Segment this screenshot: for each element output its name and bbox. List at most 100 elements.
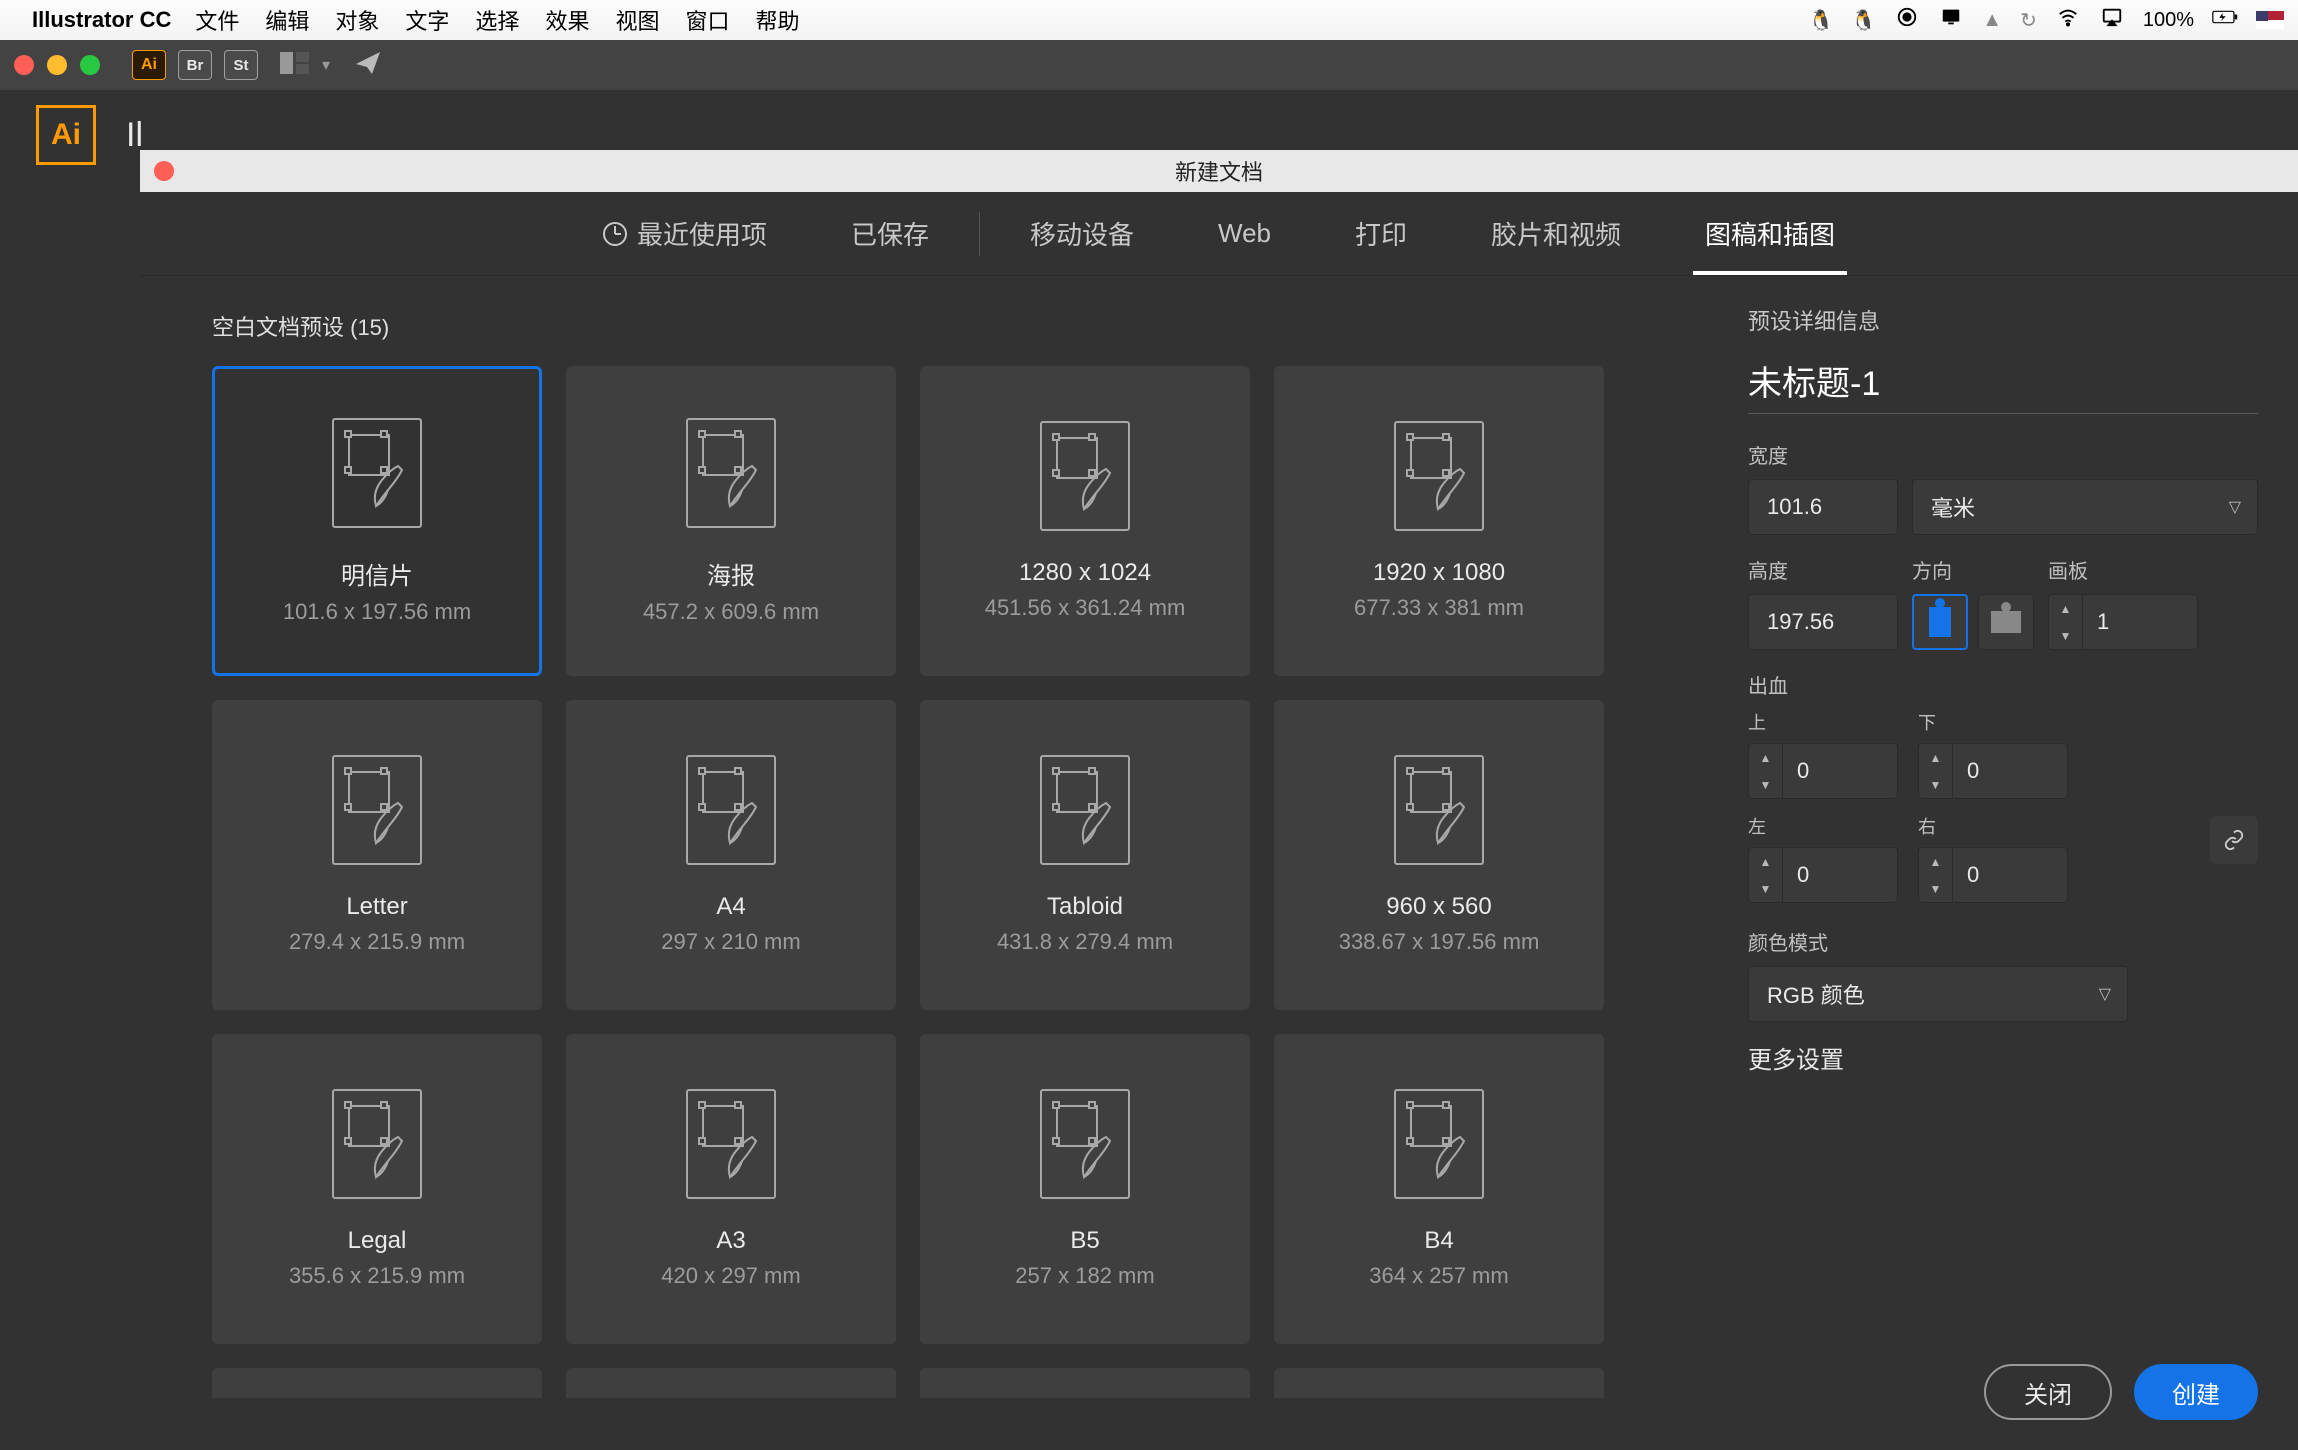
airplay-icon[interactable] xyxy=(2099,6,2125,34)
window-controls xyxy=(14,55,100,75)
more-settings-link[interactable]: 更多设置 xyxy=(1748,1040,2258,1075)
preset-glyph-icon xyxy=(1394,755,1484,865)
preset-card[interactable]: B5 257 x 182 mm xyxy=(920,1034,1250,1344)
bleed-top-stepper[interactable]: ▲▼0 xyxy=(1748,743,1898,799)
preset-card[interactable]: 1280 x 1024 451.56 x 361.24 mm xyxy=(920,366,1250,676)
menu-help[interactable]: 帮助 xyxy=(755,4,799,36)
presets-next-row-peek xyxy=(212,1368,1684,1398)
tab-art[interactable]: 图稿和插图 xyxy=(1663,192,1877,275)
preset-size: 257 x 182 mm xyxy=(1015,1263,1154,1289)
bleed-label: 出血 xyxy=(1748,670,2258,699)
menu-select[interactable]: 选择 xyxy=(475,4,519,36)
preset-card[interactable]: Letter 279.4 x 215.9 mm xyxy=(212,700,542,1010)
tab-label: 移动设备 xyxy=(1030,215,1134,252)
tab-print[interactable]: 打印 xyxy=(1313,192,1449,275)
menu-object[interactable]: 对象 xyxy=(335,4,379,36)
stepper-down-icon[interactable]: ▼ xyxy=(2049,622,2082,649)
preset-card[interactable]: 1920 x 1080 677.33 x 381 mm xyxy=(1274,366,1604,676)
qq-icon-2[interactable]: 🐧 xyxy=(1851,8,1876,33)
preset-card[interactable]: B4 364 x 257 mm xyxy=(1274,1034,1604,1344)
stepper-up-icon[interactable]: ▲ xyxy=(2049,595,2082,622)
preset-name: B4 xyxy=(1424,1227,1453,1255)
orientation-portrait-button[interactable] xyxy=(1912,594,1968,650)
battery-percent[interactable]: 100% xyxy=(2143,9,2194,32)
sync-icon[interactable]: ↻ xyxy=(2020,8,2037,33)
artboards-stepper[interactable]: ▲▼ 1 xyxy=(2048,594,2198,650)
bridge-badge[interactable]: Br xyxy=(178,50,212,80)
qq-icon[interactable]: 🐧 xyxy=(1808,8,1833,33)
preset-size: 420 x 297 mm xyxy=(661,1263,800,1289)
window-minimize-icon[interactable] xyxy=(47,55,67,75)
preset-name: Tabloid xyxy=(1047,893,1123,921)
tab-mobile[interactable]: 移动设备 xyxy=(988,192,1176,275)
clock-icon xyxy=(603,222,627,246)
preset-peek[interactable] xyxy=(1274,1368,1604,1398)
preset-size: 338.67 x 197.56 mm xyxy=(1339,929,1540,955)
menu-type[interactable]: 文字 xyxy=(405,4,449,36)
preset-card[interactable]: 960 x 560 338.67 x 197.56 mm xyxy=(1274,700,1604,1010)
preset-card[interactable]: Tabloid 431.8 x 279.4 mm xyxy=(920,700,1250,1010)
bleed-right-stepper[interactable]: ▲▼0 xyxy=(1918,847,2068,903)
arrange-icon[interactable] xyxy=(280,52,310,79)
stock-badge[interactable]: St xyxy=(224,50,258,80)
menu-file[interactable]: 文件 xyxy=(195,4,239,36)
modal-close-icon[interactable] xyxy=(154,161,174,181)
dropdown-icon[interactable]: ▾ xyxy=(322,55,330,75)
bleed-left-stepper[interactable]: ▲▼0 xyxy=(1748,847,1898,903)
input-source-icon[interactable] xyxy=(2256,11,2284,29)
menubar-app-name[interactable]: Illustrator CC xyxy=(32,7,171,33)
height-input[interactable]: 197.56 xyxy=(1748,594,1898,650)
bleed-bottom-stepper[interactable]: ▲▼0 xyxy=(1918,743,2068,799)
system-tray: 🐧 🐧 ▲ ↻ 100% xyxy=(1808,6,2284,34)
preset-card[interactable]: Legal 355.6 x 215.9 mm xyxy=(212,1034,542,1344)
create-button[interactable]: 创建 xyxy=(2134,1364,2258,1420)
menu-window[interactable]: 窗口 xyxy=(685,4,729,36)
preset-peek[interactable] xyxy=(212,1368,542,1398)
tab-saved[interactable]: 已保存 xyxy=(809,192,971,275)
preset-card[interactable]: A3 420 x 297 mm xyxy=(566,1034,896,1344)
battery-icon[interactable] xyxy=(2212,6,2238,34)
bleed-left-label: 左 xyxy=(1748,813,1898,839)
tab-label: 打印 xyxy=(1355,215,1407,252)
width-input[interactable]: 101.6 xyxy=(1748,479,1898,535)
preset-card[interactable]: 海报 457.2 x 609.6 mm xyxy=(566,366,896,676)
preset-peek[interactable] xyxy=(920,1368,1250,1398)
preset-size: 279.4 x 215.9 mm xyxy=(289,929,465,955)
ai-badge[interactable]: Ai xyxy=(132,50,166,80)
bleed-link-button[interactable] xyxy=(2210,816,2258,864)
close-button[interactable]: 关闭 xyxy=(1984,1364,2112,1420)
preset-size: 364 x 257 mm xyxy=(1369,1263,1508,1289)
tab-recent[interactable]: 最近使用项 xyxy=(561,192,809,275)
tab-film[interactable]: 胶片和视频 xyxy=(1449,192,1663,275)
window-zoom-icon[interactable] xyxy=(80,55,100,75)
preset-card[interactable]: 明信片 101.6 x 197.56 mm xyxy=(212,366,542,676)
app-top-strip: Ai Br St ▾ xyxy=(0,40,2298,90)
modal-title: 新建文档 xyxy=(1175,155,1263,187)
preset-glyph-icon xyxy=(1040,1089,1130,1199)
menu-effect[interactable]: 效果 xyxy=(545,4,589,36)
preset-name: B5 xyxy=(1070,1227,1099,1255)
paper-plane-icon[interactable] xyxy=(354,50,382,81)
bleed-bottom-label: 下 xyxy=(1918,709,2068,735)
up-arrow-icon[interactable]: ▲ xyxy=(1982,9,2002,32)
menu-edit[interactable]: 编辑 xyxy=(265,4,309,36)
window-close-icon[interactable] xyxy=(14,55,34,75)
colormode-value: RGB 颜色 xyxy=(1767,978,1865,1010)
preset-peek[interactable] xyxy=(566,1368,896,1398)
preset-name: 1280 x 1024 xyxy=(1019,559,1151,587)
creative-cloud-icon[interactable] xyxy=(1894,6,1920,34)
document-name-input[interactable]: 未标题-1 xyxy=(1748,356,2258,414)
tab-label: 已保存 xyxy=(851,215,929,252)
colormode-select[interactable]: RGB 颜色 ▽ xyxy=(1748,966,2128,1022)
preset-glyph-icon xyxy=(1040,421,1130,531)
menu-view[interactable]: 视图 xyxy=(615,4,659,36)
orientation-landscape-button[interactable] xyxy=(1978,594,2034,650)
preset-card[interactable]: A4 297 x 210 mm xyxy=(566,700,896,1010)
tab-web[interactable]: Web xyxy=(1176,192,1313,275)
preset-glyph-icon xyxy=(686,755,776,865)
display-icon[interactable] xyxy=(1938,6,1964,34)
preset-size: 297 x 210 mm xyxy=(661,929,800,955)
units-select[interactable]: 毫米 ▽ xyxy=(1912,479,2258,535)
artboards-value[interactable]: 1 xyxy=(2082,594,2198,650)
wifi-icon[interactable] xyxy=(2055,6,2081,34)
